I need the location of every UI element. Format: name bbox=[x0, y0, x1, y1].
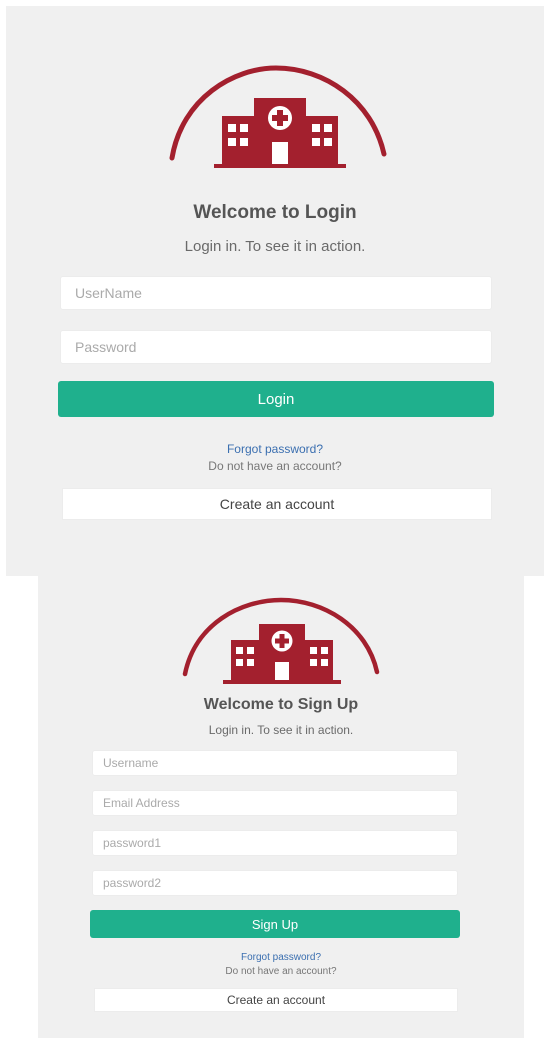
password-input[interactable]: Password bbox=[60, 330, 492, 364]
no-account-text: Do not have an account? bbox=[208, 459, 342, 473]
signup-create-account-button[interactable]: Create an account bbox=[94, 988, 458, 1012]
signup-username-input[interactable]: Username bbox=[92, 750, 458, 776]
hospital-logo-icon bbox=[179, 592, 383, 690]
forgot-password-link[interactable]: Forgot password? bbox=[6, 442, 544, 456]
signup-title: Welcome to Sign Up bbox=[203, 696, 359, 713]
signup-password1-input[interactable]: password1 bbox=[92, 830, 458, 856]
hospital-logo-icon bbox=[164, 58, 388, 176]
signup-forgot-password-link[interactable]: Forgot password? bbox=[38, 952, 524, 963]
signup-no-account-text: Do not have an account? bbox=[225, 966, 337, 977]
login-title: Welcome to Login bbox=[193, 202, 357, 223]
login-panel: Welcome to Login Login in. To see it in … bbox=[6, 6, 544, 576]
signup-email-input[interactable]: Email Address bbox=[92, 790, 458, 816]
signup-subtitle: Login in. To see it in action. bbox=[208, 723, 354, 737]
username-input[interactable]: UserName bbox=[60, 276, 492, 310]
signup-panel: Welcome to Sign Up Login in. To see it i… bbox=[38, 576, 524, 1038]
login-subtitle: Login in. To see it in action. bbox=[184, 238, 366, 255]
signup-password2-input[interactable]: password2 bbox=[92, 870, 458, 896]
signup-button[interactable]: Sign Up bbox=[90, 910, 460, 938]
create-account-button[interactable]: Create an account bbox=[62, 488, 492, 520]
login-button[interactable]: Login bbox=[58, 381, 494, 417]
